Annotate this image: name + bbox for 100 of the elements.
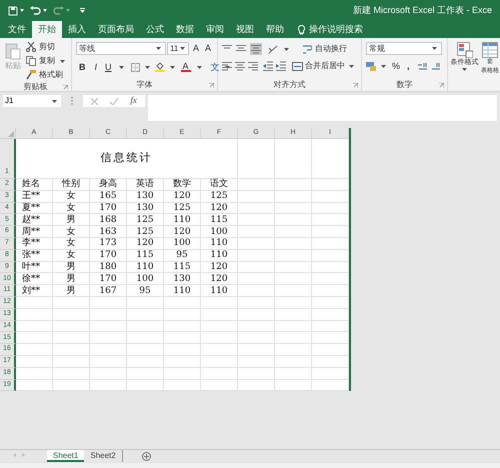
italic-button[interactable]: I [92, 60, 100, 74]
empty-cell[interactable] [90, 320, 127, 332]
empty-cell[interactable] [312, 285, 349, 297]
empty-cell[interactable] [238, 380, 275, 392]
empty-cell[interactable] [90, 308, 127, 321]
next-sheet-icon[interactable] [22, 453, 25, 457]
empty-cell[interactable] [238, 356, 275, 368]
empty-cell[interactable] [90, 356, 127, 368]
dialog-launcher-icon[interactable] [353, 83, 358, 88]
empty-cell[interactable] [201, 296, 238, 309]
caret-icon[interactable] [60, 60, 65, 62]
empty-cell[interactable] [312, 179, 349, 191]
caret-icon[interactable] [462, 68, 467, 71]
undo-icon[interactable] [30, 6, 41, 15]
caret-icon[interactable] [43, 9, 47, 12]
ribbon-tab[interactable]: 帮助 [260, 21, 290, 38]
empty-cell[interactable] [238, 214, 275, 226]
empty-cell[interactable] [275, 202, 312, 214]
empty-cell[interactable] [312, 262, 349, 274]
select-all-icon[interactable] [8, 131, 14, 137]
cancel-icon[interactable] [91, 98, 98, 104]
caret-icon[interactable] [196, 66, 202, 69]
empty-cell[interactable] [238, 190, 275, 203]
increase-indent-icon[interactable] [276, 61, 286, 71]
empty-cell[interactable] [312, 380, 349, 392]
dialog-launcher-icon[interactable] [439, 83, 444, 88]
empty-cell[interactable] [312, 344, 349, 356]
empty-cell[interactable] [275, 262, 312, 274]
empty-cell[interactable] [90, 368, 127, 380]
check-icon[interactable] [110, 98, 118, 104]
empty-cell[interactable] [312, 320, 349, 332]
empty-cell[interactable] [312, 368, 349, 380]
empty-cell[interactable] [127, 308, 164, 321]
empty-cell[interactable] [201, 308, 238, 321]
empty-cell[interactable] [90, 332, 127, 344]
empty-cell[interactable] [238, 332, 275, 344]
empty-cell[interactable] [238, 344, 275, 356]
empty-cell[interactable] [312, 273, 349, 286]
empty-cell[interactable] [201, 356, 238, 368]
empty-cell[interactable] [164, 356, 201, 368]
phonetic-guide-button[interactable]: 文 [210, 60, 220, 74]
empty-cell[interactable] [238, 368, 275, 380]
empty-cell[interactable] [275, 226, 312, 238]
empty-cell[interactable] [275, 273, 312, 286]
font-color-button[interactable]: A [180, 62, 192, 72]
empty-cell[interactable] [90, 344, 127, 356]
caret-icon[interactable] [144, 66, 150, 69]
accounting-format-icon[interactable] [366, 62, 376, 72]
empty-cell[interactable] [312, 356, 349, 368]
ribbon-tab[interactable]: 插入 [62, 21, 92, 38]
decrease-indent-icon[interactable] [263, 61, 273, 71]
empty-cell[interactable] [275, 380, 312, 392]
empty-cell[interactable] [312, 190, 349, 203]
ribbon-tab[interactable]: 文件 [2, 21, 32, 38]
ribbon-tab[interactable]: 数据 [170, 21, 200, 38]
empty-cell[interactable] [53, 368, 90, 380]
merge-center-button[interactable]: 合并后居中 [292, 60, 356, 72]
sheet-tab[interactable]: Sheet2 [84, 450, 123, 462]
cut-button[interactable]: 剪切 [26, 41, 67, 53]
percent-button[interactable]: % [391, 60, 402, 74]
ribbon-tab[interactable]: 审阅 [200, 21, 230, 38]
empty-cell[interactable] [164, 368, 201, 380]
underline-button[interactable]: U [103, 60, 114, 74]
empty-cell[interactable] [53, 380, 90, 392]
copy-button[interactable]: 复制 [26, 55, 67, 67]
empty-cell[interactable] [275, 356, 312, 368]
empty-cell[interactable] [275, 368, 312, 380]
ribbon-tab[interactable]: 页面布局 [92, 21, 140, 38]
font-size-field[interactable]: 11 [167, 42, 189, 56]
empty-cell[interactable] [312, 214, 349, 226]
caret-icon[interactable] [180, 47, 186, 50]
empty-cell[interactable] [312, 332, 349, 344]
empty-cell[interactable] [127, 380, 164, 392]
increase-decimal-icon[interactable] [418, 62, 428, 72]
empty-cell[interactable] [238, 273, 275, 286]
ribbon-tab[interactable]: 开始 [32, 21, 62, 38]
previous-sheet-icon[interactable] [13, 453, 16, 457]
empty-cell[interactable] [312, 202, 349, 214]
empty-cell[interactable] [127, 296, 164, 309]
dialog-launcher-icon[interactable] [63, 85, 68, 90]
decrease-font-button[interactable]: A [203, 42, 214, 56]
empty-cell[interactable] [164, 344, 201, 356]
caret-icon[interactable] [349, 64, 354, 68]
number-format-field[interactable]: 常规 [366, 42, 442, 55]
empty-cell[interactable] [201, 332, 238, 344]
empty-cell[interactable] [275, 238, 312, 250]
empty-cell[interactable] [238, 202, 275, 214]
empty-cell[interactable] [238, 250, 275, 262]
empty-cell[interactable] [238, 296, 275, 309]
caret-icon[interactable] [381, 65, 386, 68]
empty-cell[interactable] [53, 308, 90, 321]
caret-icon[interactable] [52, 100, 57, 102]
empty-cell[interactable] [164, 332, 201, 344]
empty-cell[interactable] [275, 320, 312, 332]
bottom-align-icon[interactable] [251, 44, 261, 54]
caret-icon[interactable] [20, 9, 24, 12]
middle-align-icon[interactable] [236, 44, 246, 54]
font-name-field[interactable]: 等线 [76, 42, 166, 56]
empty-cell[interactable] [275, 344, 312, 356]
empty-cell[interactable] [312, 238, 349, 250]
